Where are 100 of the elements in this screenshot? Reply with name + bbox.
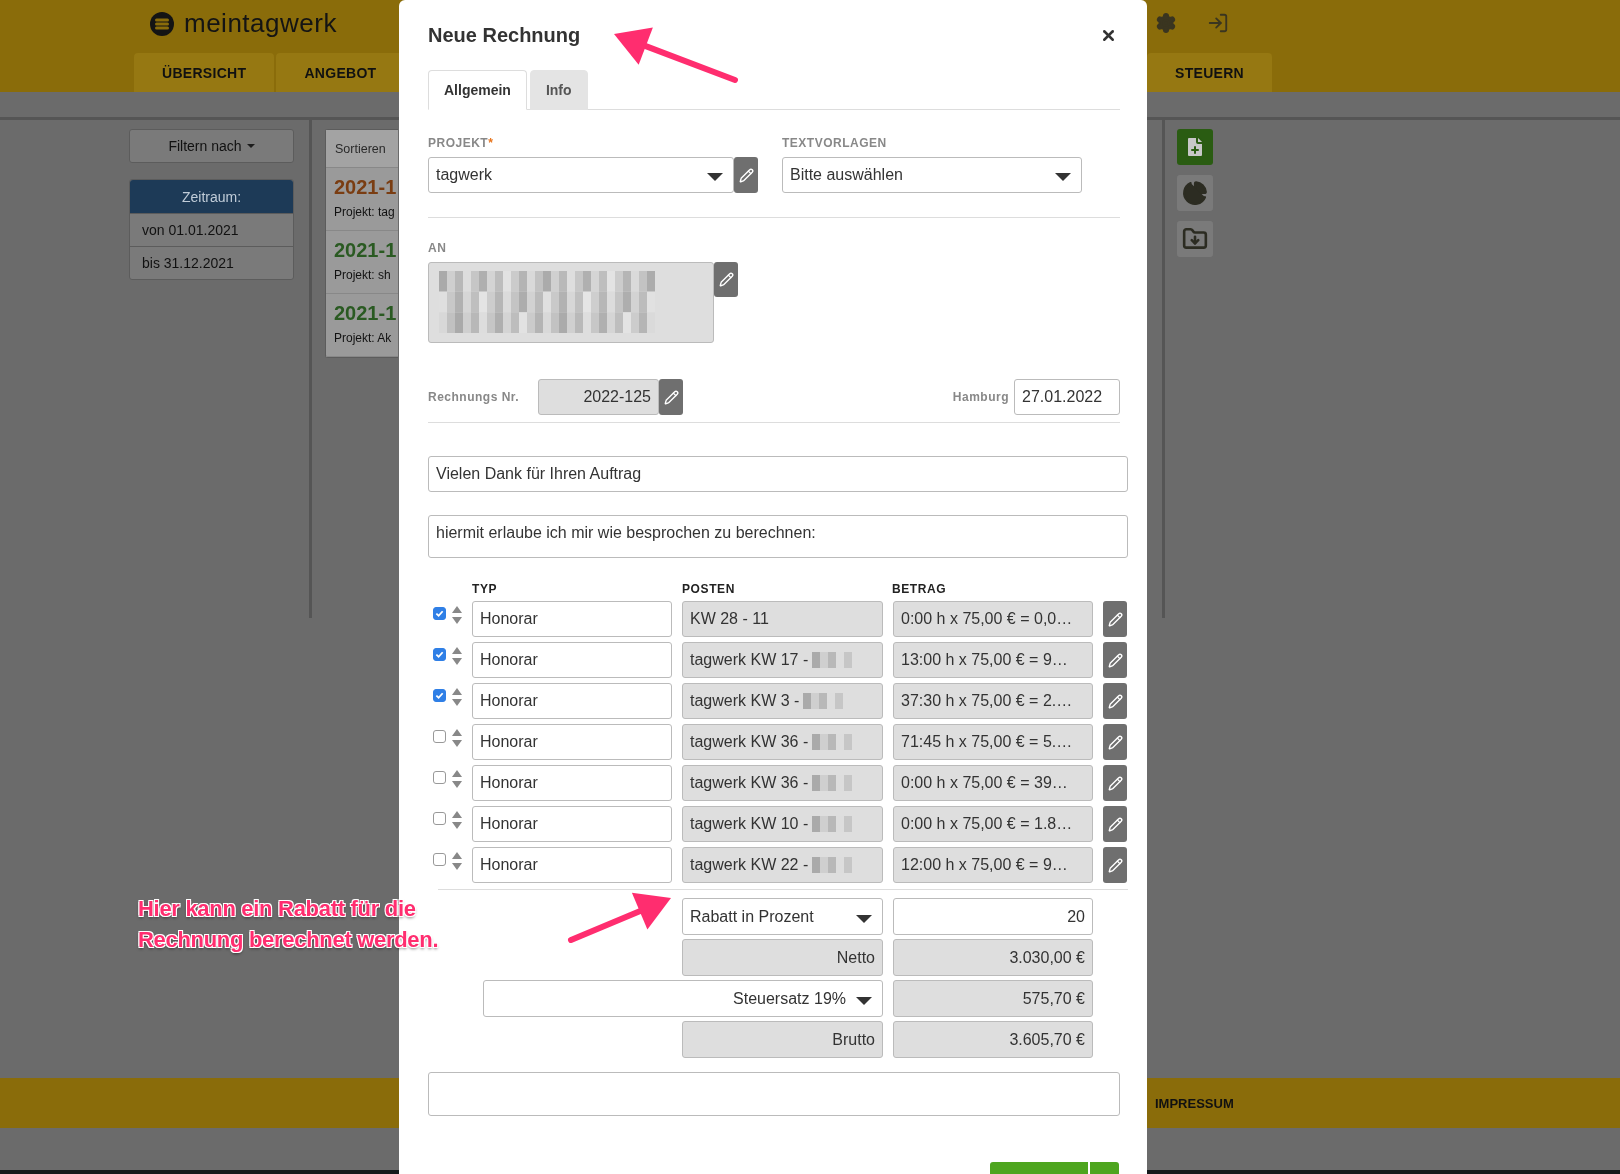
recipient-field[interactable] bbox=[428, 262, 714, 343]
nav-tab[interactable]: ÜBERSICHT bbox=[134, 53, 275, 92]
caret-icon bbox=[707, 173, 723, 181]
invoice-project: Projekt: Ak bbox=[334, 331, 393, 345]
statistics-button[interactable] bbox=[1177, 175, 1213, 211]
item-field[interactable]: tagwerk KW 10 - bbox=[682, 806, 883, 842]
edit-button[interactable] bbox=[659, 379, 683, 415]
body-text-field[interactable]: hiermit erlaube ich mir wie besprochen zu berechnen: bbox=[428, 515, 1128, 558]
amount-field[interactable]: 13:00 h x 75,00 € = 9… bbox=[893, 642, 1093, 678]
pencil-icon bbox=[1107, 652, 1123, 668]
checkbox[interactable] bbox=[433, 770, 446, 784]
template-select[interactable]: Bitte auswählen bbox=[782, 157, 1082, 193]
amount-field[interactable]: 37:30 h x 75,00 € = 2.… bbox=[893, 683, 1093, 719]
new-document-button[interactable] bbox=[1177, 129, 1213, 165]
required-mark: * bbox=[488, 135, 493, 150]
caret-icon bbox=[856, 914, 872, 923]
sort-handle-icon[interactable] bbox=[452, 688, 462, 706]
amount-field[interactable]: 71:45 h x 75,00 € = 5.… bbox=[893, 724, 1093, 760]
item-field[interactable]: tagwerk KW 17 - bbox=[682, 642, 883, 678]
edit-button[interactable] bbox=[1103, 724, 1127, 760]
blurred-text bbox=[803, 693, 844, 709]
amount-field[interactable]: 0:00 h x 75,00 € = 39… bbox=[893, 765, 1093, 801]
column-header: BETRAG bbox=[892, 582, 948, 596]
field-label: Rechnungs Nr. bbox=[428, 390, 521, 404]
type-field[interactable]: Honorar bbox=[472, 806, 672, 842]
item-field[interactable]: KW 28 - 11 bbox=[682, 601, 883, 637]
blurred-text bbox=[812, 652, 853, 668]
pencil-icon bbox=[1107, 857, 1123, 873]
tax-rate-select[interactable]: Steuersatz 19% bbox=[483, 980, 883, 1017]
caret-icon bbox=[856, 996, 872, 1005]
item-text: tagwerk KW 3 - bbox=[690, 692, 800, 710]
sort-handle-icon[interactable] bbox=[452, 852, 462, 870]
invoice-number-field[interactable]: 2022-125 bbox=[538, 379, 659, 415]
sort-handle-icon[interactable] bbox=[452, 729, 462, 747]
invoice-project: Projekt: sh bbox=[334, 268, 392, 282]
settings-icon[interactable] bbox=[1155, 12, 1177, 34]
item-text: tagwerk KW 17 - bbox=[690, 651, 809, 669]
amount-field[interactable]: 0:00 h x 75,00 € = 0,0… bbox=[893, 601, 1093, 637]
blurred-text bbox=[812, 857, 853, 873]
item-field[interactable]: tagwerk KW 36 - bbox=[682, 765, 883, 801]
sort-label[interactable]: Sortieren bbox=[326, 130, 398, 168]
edit-button[interactable] bbox=[1103, 806, 1127, 842]
pencil-icon bbox=[663, 389, 679, 405]
checkbox[interactable] bbox=[433, 811, 446, 825]
amount-field[interactable]: 0:00 h x 75,00 € = 1.8… bbox=[893, 806, 1093, 842]
column-header: POSTEN bbox=[682, 582, 736, 596]
field-label: TEXTVORLAGEN bbox=[782, 135, 887, 150]
type-field[interactable]: Honorar bbox=[472, 683, 672, 719]
filter-button[interactable]: Filtern nach bbox=[129, 129, 294, 163]
item-field[interactable]: tagwerk KW 3 - bbox=[682, 683, 883, 719]
item-text: KW 28 - 11 bbox=[690, 610, 769, 628]
discount-type-select[interactable]: Rabatt in Prozent bbox=[682, 898, 883, 935]
type-field[interactable]: Honorar bbox=[472, 765, 672, 801]
edit-button[interactable] bbox=[1103, 601, 1127, 637]
tab[interactable]: Allgemein bbox=[428, 70, 527, 110]
dialog-title: Neue Rechnung bbox=[428, 23, 581, 47]
gross-label-field: Brutto bbox=[682, 1021, 883, 1058]
tab[interactable]: Info bbox=[529, 70, 588, 110]
sort-handle-icon[interactable] bbox=[452, 647, 462, 665]
period-item: von 01.01.2021 bbox=[130, 213, 293, 246]
amount-field[interactable]: 12:00 h x 75,00 € = 9… bbox=[893, 847, 1093, 883]
note-field[interactable] bbox=[428, 1072, 1120, 1116]
date-field[interactable]: 27.01.2022 bbox=[1014, 379, 1120, 415]
pencil-icon bbox=[1107, 775, 1123, 791]
item-field[interactable]: tagwerk KW 22 - bbox=[682, 847, 883, 883]
checkbox[interactable] bbox=[433, 688, 446, 702]
checkbox[interactable] bbox=[433, 852, 446, 866]
sort-handle-icon[interactable] bbox=[452, 811, 462, 829]
nav-tab[interactable]: STEUERN bbox=[1147, 53, 1272, 92]
edit-button[interactable] bbox=[1103, 683, 1127, 719]
edit-button[interactable] bbox=[734, 157, 758, 193]
sort-handle-icon[interactable] bbox=[452, 770, 462, 788]
type-field[interactable]: Honorar bbox=[472, 847, 672, 883]
net-label-field: Netto bbox=[682, 939, 883, 976]
type-field[interactable]: Honorar bbox=[472, 724, 672, 760]
sort-handle-icon[interactable] bbox=[452, 606, 462, 624]
column-header: TYP bbox=[472, 582, 499, 596]
checkbox[interactable] bbox=[433, 606, 446, 620]
item-text: tagwerk KW 36 - bbox=[690, 733, 809, 751]
export-button[interactable] bbox=[1177, 221, 1213, 257]
edit-button[interactable] bbox=[1103, 642, 1127, 678]
blurred-text bbox=[812, 775, 853, 791]
checkbox[interactable] bbox=[433, 647, 446, 661]
intro-text-field[interactable]: Vielen Dank für Ihren Auftrag bbox=[428, 456, 1128, 492]
item-field[interactable]: tagwerk KW 36 - bbox=[682, 724, 883, 760]
edit-button[interactable] bbox=[1103, 765, 1127, 801]
pencil-icon bbox=[1107, 734, 1123, 750]
type-field[interactable]: Honorar bbox=[472, 601, 672, 637]
project-select[interactable]: tagwerk bbox=[428, 157, 734, 193]
checkbox[interactable] bbox=[433, 729, 446, 743]
discount-field[interactable]: 20 bbox=[893, 898, 1093, 935]
panel-heading: Zeitraum: bbox=[130, 180, 293, 213]
edit-button[interactable] bbox=[1103, 847, 1127, 883]
edit-button[interactable] bbox=[714, 262, 738, 297]
type-field[interactable]: Honorar bbox=[472, 642, 672, 678]
footer-link[interactable]: IMPRESSUM bbox=[1155, 1095, 1234, 1111]
login-icon[interactable] bbox=[1207, 12, 1229, 34]
pie-chart-icon bbox=[1182, 180, 1208, 206]
pencil-icon bbox=[1107, 816, 1123, 832]
invoice-project: Projekt: tag bbox=[334, 205, 396, 219]
